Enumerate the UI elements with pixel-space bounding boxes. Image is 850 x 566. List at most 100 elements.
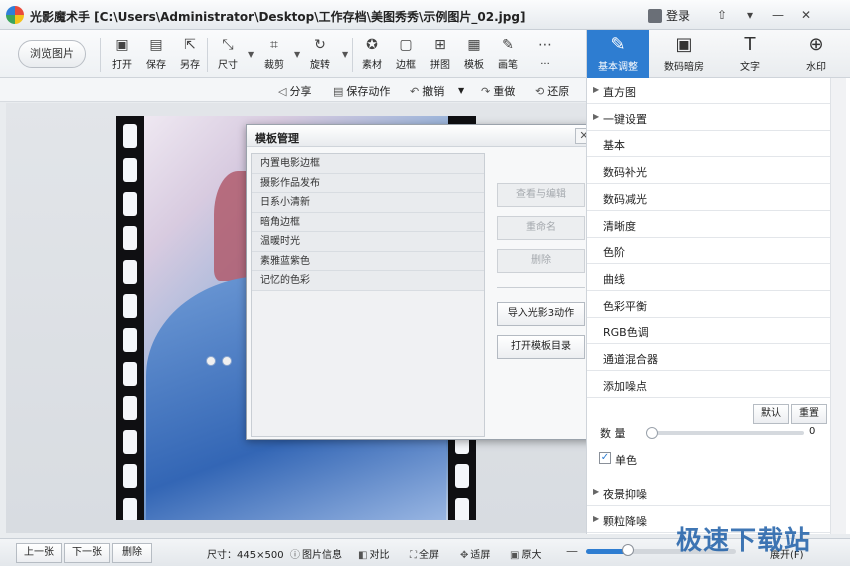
restore-button[interactable]: ⟲ 还原 — [535, 83, 569, 99]
action-bar: ◁ 分享 ▤ 保存动作 ↶ 撤销 ↷ 重做 ⟲ 还原 ▼ — [0, 78, 586, 102]
panel-item[interactable]: ▶ 直方图 — [587, 78, 833, 104]
amount-label: 数 量 — [600, 427, 626, 440]
panel-item[interactable]: 数码补光 — [587, 158, 833, 185]
right-panel-tabs: ✎ 基本调整 ▣ 数码暗房 T 文字 ⊕ 水印 — [586, 30, 850, 78]
film-hole — [455, 498, 469, 520]
dialog-divider — [497, 287, 585, 288]
compare-label: 对比 — [369, 550, 390, 561]
undo-button[interactable]: ↶ 撤销 — [410, 83, 444, 99]
panel-item[interactable]: 通道混合器 — [587, 345, 833, 371]
minimize-icon[interactable]: — — [768, 6, 788, 24]
template-list-item[interactable]: 温暖时光 — [252, 232, 484, 252]
open-icon: ▣ — [115, 37, 129, 53]
expand-arrow-icon: ▶ — [593, 514, 600, 523]
tool-resize[interactable]: ⤡ 尺寸 — [213, 36, 243, 71]
toolbar-divider — [352, 38, 353, 72]
panel-item[interactable]: ▶ 一键设置 — [587, 105, 833, 131]
delete-template-button[interactable]: 删除 — [497, 249, 585, 273]
film-hole — [123, 362, 137, 386]
crop-dropdown-icon[interactable]: ▼ — [294, 50, 300, 59]
tool-border[interactable]: ▢ 边框 — [391, 36, 421, 71]
share-button[interactable]: ◁ 分享 — [278, 83, 311, 99]
panel-item[interactable]: 基本 — [587, 131, 833, 158]
film-strip-left — [116, 116, 144, 520]
fit-label: 适屏 — [470, 550, 491, 561]
template-list-item[interactable]: 素雅蓝紫色 — [252, 251, 484, 271]
close-icon[interactable]: ✕ — [796, 6, 816, 24]
rename-button[interactable]: 重命名 — [497, 216, 585, 240]
template-list-item[interactable]: 日系小清新 — [252, 193, 484, 213]
rotate-dropdown-icon[interactable]: ▼ — [342, 50, 348, 59]
amount-slider-track[interactable] — [650, 431, 804, 435]
tool-label: 画笔 — [498, 60, 518, 71]
open-template-folder-button[interactable]: 打开模板目录 — [497, 335, 585, 359]
tool-crop[interactable]: ⌗ 裁剪 — [259, 36, 289, 71]
panel-item[interactable]: 数码减光 — [587, 185, 833, 211]
resize-dropdown-icon[interactable]: ▼ — [248, 50, 254, 59]
menu-icon[interactable]: ▾ — [740, 6, 760, 24]
panel-item[interactable]: ▶ 夜景抑噪 — [587, 480, 833, 506]
tool-save-as[interactable]: ⇱ 另存 — [175, 36, 205, 71]
original-size-button[interactable]: ▣ 原大 — [510, 546, 541, 561]
skin-icon[interactable]: ⇧ — [712, 6, 732, 24]
template-list-item[interactable]: 内置电影边框 — [252, 154, 484, 174]
import-action-button[interactable]: 导入光影3动作 — [497, 302, 585, 326]
tab-text[interactable]: T 文字 — [719, 30, 781, 78]
material-icon: ✪ — [366, 37, 378, 53]
panel-item[interactable]: 清晰度 — [587, 212, 833, 238]
template-list[interactable]: 内置电影边框 摄影作品发布 日系小清新 暗角边框 温暖时光 素雅蓝紫色 记忆的色彩 — [251, 153, 485, 437]
undo-dropdown-icon[interactable]: ▼ — [458, 86, 464, 95]
next-image-button[interactable]: 下一张 — [64, 543, 110, 563]
tool-open[interactable]: ▣ 打开 — [107, 36, 137, 71]
save-action-button[interactable]: ▤ 保存动作 — [333, 83, 390, 99]
browse-images-button[interactable]: 浏览图片 — [18, 40, 86, 68]
image-info-button[interactable]: ⓘ 图片信息 — [290, 546, 342, 561]
film-hole — [123, 124, 137, 148]
tool-rotate[interactable]: ↻ 旋转 — [305, 36, 335, 71]
action-label: 重做 — [493, 85, 516, 98]
zoom-out-icon[interactable]: — — [566, 544, 578, 558]
tool-label: 裁剪 — [264, 60, 284, 71]
reset-button[interactable]: 重置 — [791, 404, 827, 424]
view-edit-button[interactable]: 查看与编辑 — [497, 183, 585, 207]
mono-checkbox[interactable]: ✓ — [599, 452, 611, 464]
template-list-item[interactable]: 记忆的色彩 — [252, 271, 484, 291]
tool-collage[interactable]: ⊞ 拼图 — [425, 36, 455, 71]
login-button[interactable]: 登录 — [648, 7, 690, 24]
tab-watermark[interactable]: ⊕ 水印 — [785, 30, 847, 78]
panel-item-label: 添加噪点 — [603, 379, 647, 393]
amount-slider-knob[interactable] — [646, 427, 658, 439]
compare-button[interactable]: ◧ 对比 — [358, 546, 389, 561]
tool-more[interactable]: ⋯... — [530, 36, 560, 67]
zoom-slider-knob[interactable] — [622, 544, 634, 556]
expand-arrow-icon: ▶ — [593, 487, 600, 496]
panel-item-label: 夜景抑噪 — [603, 488, 647, 501]
app-logo-icon — [6, 6, 24, 24]
tool-brush[interactable]: ✎ 画笔 — [493, 36, 523, 71]
fit-screen-button[interactable]: ✥ 适屏 — [460, 546, 490, 561]
delete-image-button[interactable]: 删除 — [112, 543, 152, 563]
panel-item[interactable]: 添加噪点 — [587, 372, 833, 398]
panel-item[interactable]: 色彩平衡 — [587, 292, 833, 318]
redo-button[interactable]: ↷ 重做 — [481, 83, 515, 99]
tool-material[interactable]: ✪ 素材 — [357, 36, 387, 71]
fullscreen-button[interactable]: ⛶ 全屏 — [410, 546, 439, 561]
darkroom-icon: ▣ — [675, 34, 693, 55]
template-list-item[interactable]: 摄影作品发布 — [252, 173, 484, 193]
prev-image-button[interactable]: 上一张 — [16, 543, 62, 563]
default-button[interactable]: 默认 — [753, 404, 789, 424]
template-list-item[interactable]: 暗角边框 — [252, 212, 484, 232]
panel-item[interactable]: 曲线 — [587, 265, 833, 291]
panel-item[interactable]: RGB色调 — [587, 318, 833, 345]
share-icon: ◁ — [278, 85, 287, 98]
tab-edit-adjust[interactable]: ✎ 基本调整 — [587, 30, 649, 78]
panel-scrollbar[interactable] — [830, 78, 846, 534]
tool-template[interactable]: ▦ 模板 — [459, 36, 489, 71]
tab-label: 水印 — [806, 62, 826, 73]
tool-save[interactable]: ▤ 保存 — [141, 36, 171, 71]
film-hole — [123, 294, 137, 318]
tab-darkroom[interactable]: ▣ 数码暗房 — [653, 30, 715, 78]
panel-item-label: 直方图 — [603, 86, 636, 99]
tab-label: 文字 — [740, 62, 760, 73]
panel-item[interactable]: 色阶 — [587, 238, 833, 265]
